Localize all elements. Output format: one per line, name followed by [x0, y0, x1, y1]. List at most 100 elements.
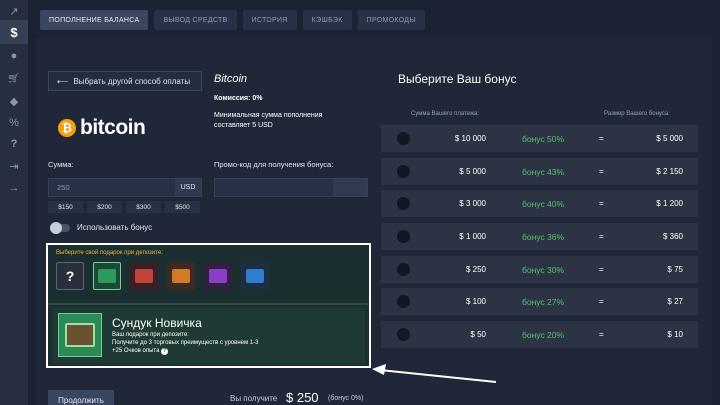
- bonus-row[interactable]: $ 100 бонус 27% = $ 27: [381, 288, 698, 315]
- chest-icon: [135, 269, 153, 283]
- bonus-row[interactable]: $ 50 бонус 20% = $ 10: [381, 321, 698, 348]
- currency-label: USD: [175, 179, 201, 196]
- radio-icon[interactable]: [397, 132, 410, 145]
- bonus-row[interactable]: $ 1 000 бонус 36% = $ 360: [381, 223, 698, 250]
- use-bonus-label: Использовать бонус: [77, 223, 153, 232]
- col-bonus-header: Размер Вашего бонуса:: [604, 111, 670, 117]
- amount-input[interactable]: 250 USD: [48, 178, 202, 197]
- bonus-result: $ 2 150: [656, 167, 683, 176]
- bonus-amount: $ 5 000: [459, 167, 486, 176]
- dollar-icon[interactable]: $: [6, 24, 22, 40]
- diamond-icon[interactable]: ◆: [6, 93, 22, 109]
- gift-unknown-option[interactable]: ?: [56, 262, 84, 290]
- promo-icon[interactable]: %: [6, 115, 22, 131]
- tab-deposit[interactable]: ПОПОЛНЕНИЕ БАЛАНСА: [40, 10, 149, 30]
- amount-label: Сумма:: [48, 160, 74, 169]
- sidebar: ↗ $ ● 🛒 ◆ % ? ⇥ →: [0, 0, 28, 405]
- newbie-chest-icon: [58, 313, 102, 357]
- gift-divider: [48, 303, 369, 305]
- help-icon[interactable]: ?: [6, 136, 22, 152]
- amount-presets: $150 $200 $300 $500: [48, 201, 200, 213]
- bonus-amount: $ 100: [465, 297, 486, 306]
- arrow-right-icon[interactable]: →: [6, 180, 22, 196]
- gift-chest-orange[interactable]: [167, 262, 195, 290]
- gift-title: Сундук Новичка: [112, 316, 202, 330]
- bonus-percent: бонус 27%: [522, 297, 565, 307]
- promo-apply-button[interactable]: [333, 179, 367, 196]
- equals-sign: =: [599, 232, 604, 241]
- bonus-result: $ 5 000: [656, 134, 683, 143]
- tab-history[interactable]: ИСТОРИЯ: [242, 10, 297, 30]
- toggle-knob: [50, 222, 62, 234]
- gift-chest-red[interactable]: [130, 262, 158, 290]
- bonus-row[interactable]: $ 10 000 бонус 50% = $ 5 000: [381, 125, 698, 152]
- min-sum-info: Минимальная сумма пополнения составляет …: [214, 112, 323, 129]
- chest-icon: [172, 269, 190, 283]
- amount-value[interactable]: 250: [49, 183, 175, 192]
- bonus-result: $ 1 200: [656, 199, 683, 208]
- tab-cashback[interactable]: КЭШБЭК: [302, 10, 352, 30]
- col-payment-header: Сумма Вашего платежа:: [411, 111, 479, 117]
- bonus-amount: $ 3 000: [459, 199, 486, 208]
- radio-icon[interactable]: [397, 328, 410, 341]
- promo-input[interactable]: [214, 178, 368, 197]
- preset-150[interactable]: $150: [48, 201, 83, 213]
- selected-gift-card: Сундук Новичка Ваш подарок при депозите:…: [52, 308, 365, 364]
- bonus-amount: $ 250: [465, 265, 486, 274]
- chart-icon[interactable]: ↗: [6, 3, 22, 19]
- receive-bonus: (бонус 0%): [328, 395, 364, 402]
- tab-bar: ПОПОЛНЕНИЕ БАЛАНСА ВЫВОД СРЕДСТВ ИСТОРИЯ…: [40, 10, 425, 32]
- receive-label: Вы получите: [230, 394, 278, 403]
- chest-icon: [98, 269, 116, 283]
- info-icon[interactable]: ?: [161, 348, 169, 355]
- gift-selector: Выберите свой подарок при депозите: ? Су…: [46, 243, 371, 368]
- promo-label: Промо-код для получения бонуса:: [214, 160, 334, 169]
- bonus-row[interactable]: $ 3 000 бонус 40% = $ 1 200: [381, 190, 698, 217]
- bonus-amount: $ 1 000: [459, 232, 486, 241]
- preset-200[interactable]: $200: [87, 201, 122, 213]
- equals-sign: =: [599, 134, 604, 143]
- chest-icon: [246, 269, 264, 283]
- bonus-result: $ 75: [667, 265, 683, 274]
- bonus-percent: бонус 20%: [522, 330, 565, 340]
- annotation-arrow: [372, 364, 497, 383]
- bonus-percent: бонус 43%: [522, 167, 565, 177]
- logout-icon[interactable]: ⇥: [6, 158, 22, 174]
- gift-chest-purple[interactable]: [204, 262, 232, 290]
- gift-description: Ваш подарок при депозите: Получите до 3 …: [112, 332, 259, 355]
- bonus-row[interactable]: $ 5 000 бонус 43% = $ 2 150: [381, 158, 698, 185]
- bonus-percent: бонус 40%: [522, 199, 565, 209]
- equals-sign: =: [599, 330, 604, 339]
- equals-sign: =: [599, 199, 604, 208]
- cart-icon[interactable]: 🛒: [6, 70, 22, 86]
- bonus-result: $ 10: [667, 330, 683, 339]
- preset-500[interactable]: $500: [165, 201, 200, 213]
- chest-icon: [209, 269, 227, 283]
- user-icon[interactable]: ●: [6, 48, 22, 64]
- radio-icon[interactable]: [397, 230, 410, 243]
- gift-chest-blue[interactable]: [241, 262, 269, 290]
- radio-icon[interactable]: [397, 295, 410, 308]
- back-button-label: Выбрать другой способ оплаты: [73, 76, 191, 86]
- method-title: Bitcoin: [214, 73, 248, 85]
- use-bonus-toggle[interactable]: [50, 222, 70, 234]
- gift-options: ?: [56, 262, 269, 290]
- bonus-result: $ 27: [667, 297, 683, 306]
- back-button[interactable]: ⟵ Выбрать другой способ оплаты: [48, 71, 202, 91]
- tab-withdraw[interactable]: ВЫВОД СРЕДСТВ: [154, 10, 237, 30]
- bitcoin-icon: ₿: [58, 119, 76, 137]
- radio-icon[interactable]: [397, 165, 410, 178]
- tab-promocodes[interactable]: ПРОМОКОДЫ: [357, 10, 425, 30]
- bonus-result: $ 360: [662, 232, 683, 241]
- gift-chest-green[interactable]: [93, 262, 121, 290]
- bonus-row[interactable]: $ 250 бонус 30% = $ 75: [381, 256, 698, 283]
- equals-sign: =: [599, 297, 604, 306]
- fee-info: Комиссия: 0%: [214, 95, 263, 102]
- bonus-amount: $ 10 000: [454, 134, 486, 143]
- continue-button[interactable]: Продолжить: [48, 390, 114, 405]
- radio-icon[interactable]: [397, 197, 410, 210]
- radio-icon[interactable]: [397, 263, 410, 276]
- preset-300[interactable]: $300: [126, 201, 161, 213]
- bonus-percent: бонус 50%: [522, 134, 565, 144]
- chest-icon: [65, 323, 95, 347]
